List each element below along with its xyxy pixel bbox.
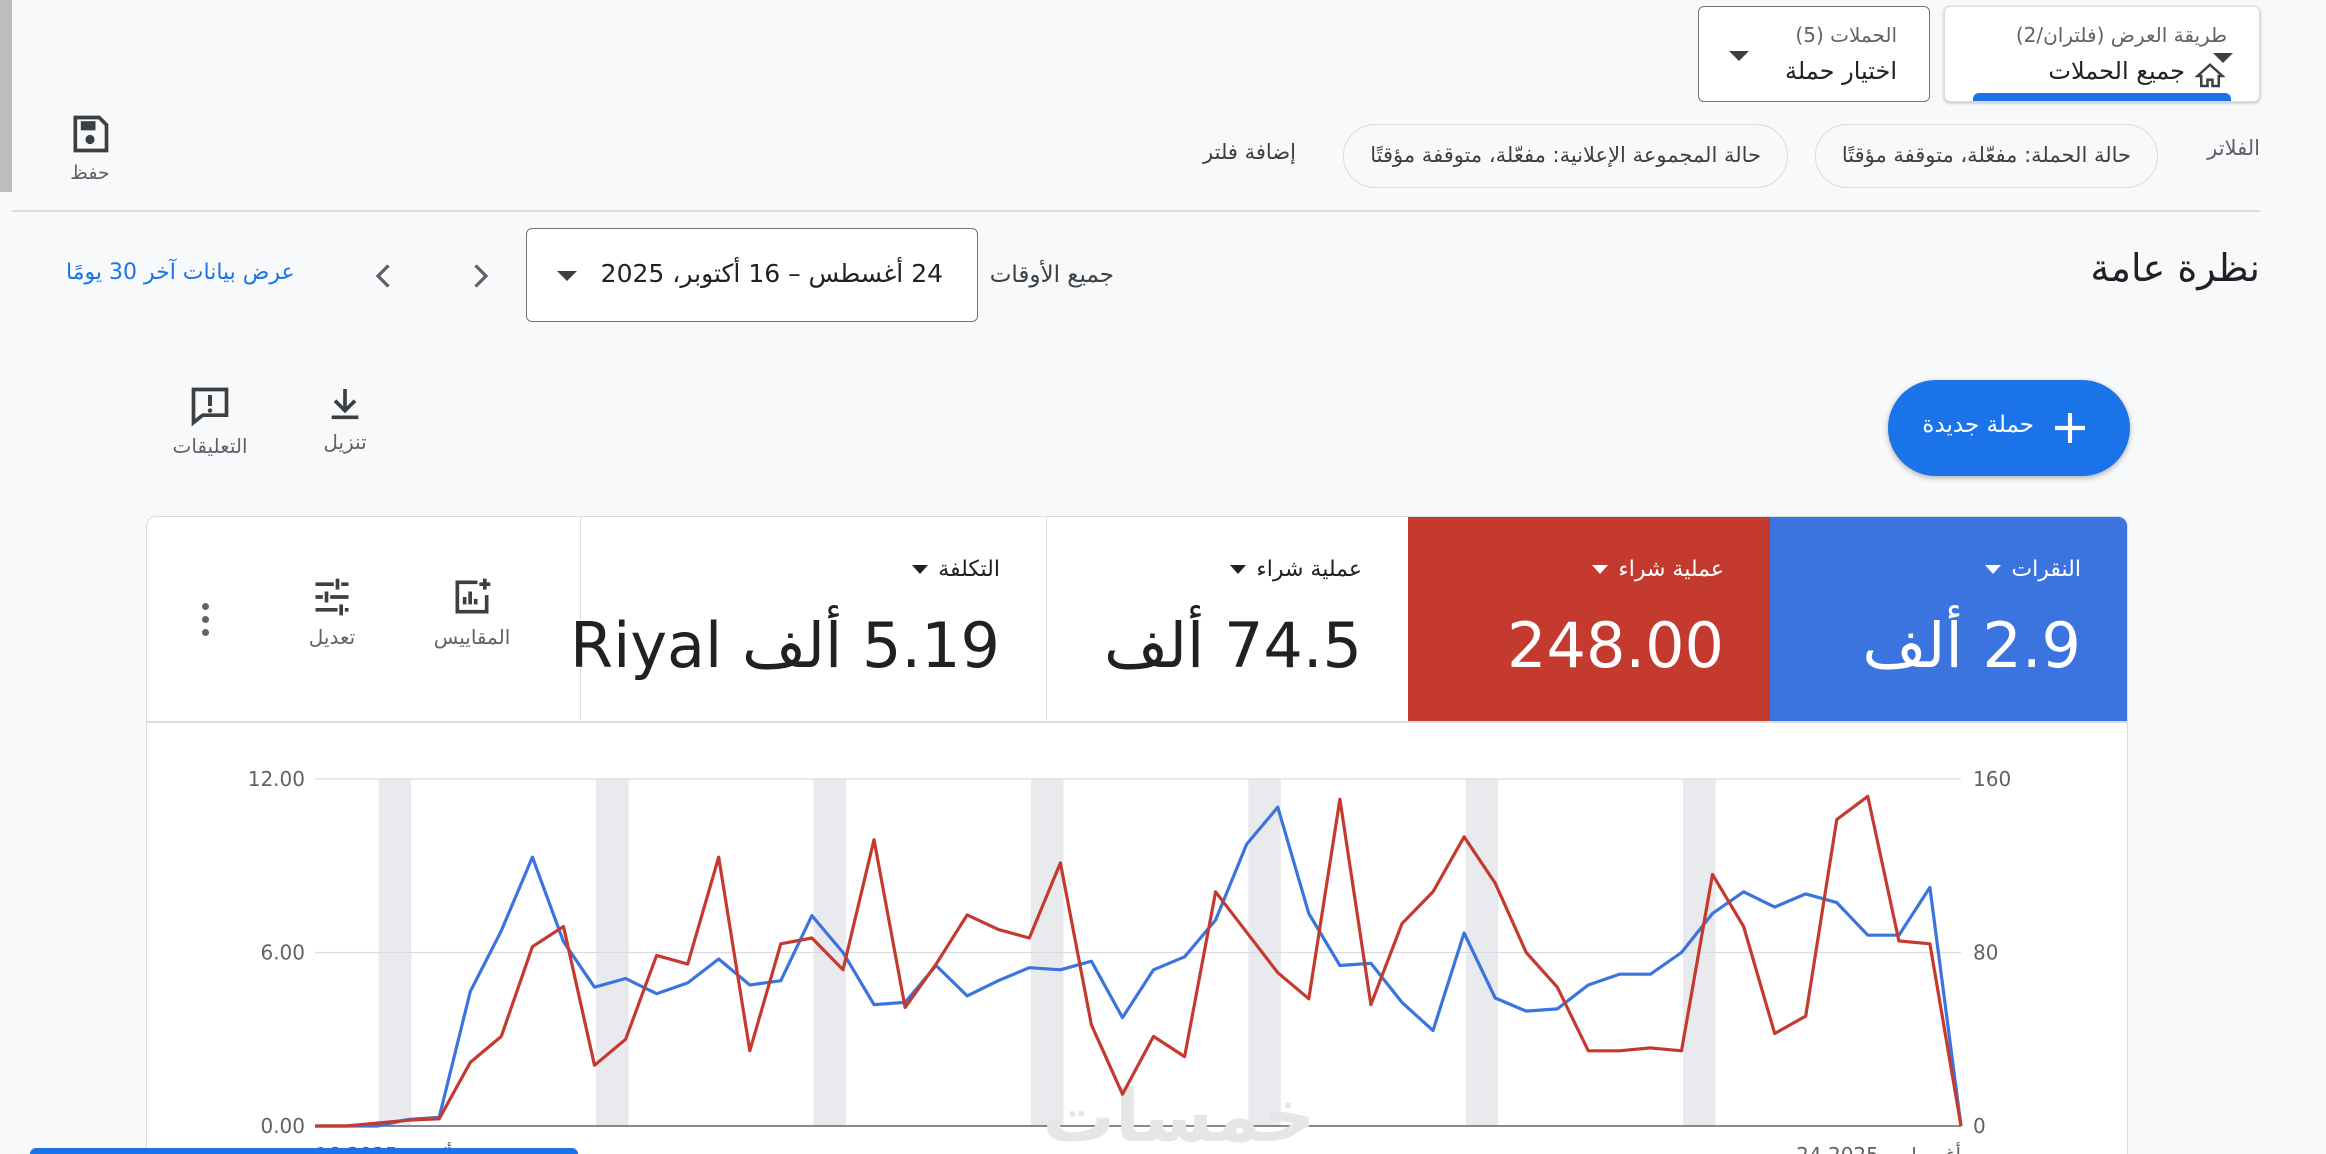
- date-range-value: 24 أغسطس – 16 أكتوبر، 2025: [600, 259, 943, 288]
- download-label: تنزيل: [323, 430, 367, 454]
- scorecard-value: 74.5 ألف: [1103, 609, 1362, 682]
- save-label: حفظ: [70, 162, 110, 184]
- date-range-picker[interactable]: 24 أغسطس – 16 أكتوبر، 2025: [526, 228, 978, 322]
- filter-chip-adgroup-status[interactable]: حالة المجموعة الإعلانية: مفعّلة، متوقفة …: [1343, 124, 1788, 188]
- scorecard-purchase-selected[interactable]: عملية شراء 248.00: [1408, 517, 1770, 721]
- y-left-tick-label: 0.00: [260, 1114, 305, 1138]
- scorecard-cost-label-wrap: التكلفة: [912, 557, 1000, 582]
- y-right-tick-label: 0: [1973, 1114, 1986, 1138]
- campaign-selector[interactable]: الحملات (5) اختيار حملة: [1698, 6, 1930, 102]
- page-title: نظرة عامة: [2090, 246, 2260, 290]
- x-tick-label-start: 24 أغسطس 2025: [1796, 1142, 1961, 1154]
- new-campaign-label: حملة جديدة: [1922, 412, 2034, 438]
- metrics-icon: [455, 578, 491, 614]
- all-times-label: جميع الأوقات: [989, 262, 1114, 288]
- chevron-down-icon: [557, 271, 577, 281]
- campaign-selector-value: اختيار حملة: [1784, 57, 1897, 85]
- last-30-days-link[interactable]: عرض بيانات آخر 30 يومًا: [66, 260, 295, 285]
- scorecard-clicks[interactable]: النقرات 2.9 ألف: [1770, 517, 2127, 721]
- home-icon: [2195, 63, 2225, 88]
- caret-down-icon: [912, 565, 929, 574]
- plus-icon: [2055, 413, 2085, 443]
- scorecard-label: النقرات: [2011, 557, 2081, 582]
- view-selector[interactable]: طريقة العرض (فلتران/2) جميع الحملات: [1944, 6, 2260, 102]
- performance-panel: النقرات 2.9 ألف عملية شراء 248.00 عملية …: [146, 516, 2128, 1154]
- view-selector-underline: [1973, 93, 2231, 101]
- y-right-tick-label: 80: [1973, 941, 1998, 965]
- scorecard-value: 5.19 ألف Riyal: [570, 609, 1000, 682]
- add-filter-button[interactable]: إضافة فلتر: [1203, 140, 1296, 164]
- adjust-button[interactable]: تعديل: [297, 575, 367, 649]
- download-icon: [331, 389, 359, 420]
- filters-title: الفلاتر: [2207, 136, 2260, 160]
- caret-down-icon: [1592, 565, 1609, 574]
- scorecard-value: 248.00: [1507, 609, 1724, 682]
- scorecard-purchase[interactable]: عملية شراء 74.5 ألف: [1046, 517, 1408, 721]
- save-button[interactable]: حفظ: [60, 112, 120, 184]
- download-button[interactable]: تنزيل: [310, 384, 380, 454]
- more-vert-icon[interactable]: [201, 603, 209, 642]
- scorecard-label: التكلفة: [938, 557, 1000, 582]
- caret-down-icon: [1985, 565, 2002, 574]
- feedback-button[interactable]: التعليقات: [160, 384, 260, 458]
- new-campaign-button[interactable]: حملة جديدة: [1888, 380, 2130, 476]
- scorecard-value: 2.9 ألف: [1862, 609, 2081, 682]
- y-left-tick-label: 12.00: [248, 767, 305, 791]
- scorecard-clicks-label-wrap: النقرات: [1985, 557, 2081, 582]
- divider: [12, 210, 2260, 212]
- left-scrollbar[interactable]: [0, 0, 12, 192]
- view-selector-value: جميع الحملات: [2048, 57, 2185, 85]
- watermark-text: خمسات: [1043, 1074, 1316, 1154]
- metrics-label: المقاييس: [433, 625, 511, 649]
- chevron-down-icon: [1729, 51, 1749, 61]
- scorecard-purchase2-label-wrap: عملية شراء: [1230, 557, 1362, 582]
- view-selector-label: طريقة العرض (فلتران/2): [2015, 23, 2227, 47]
- scorecard-label: عملية شراء: [1256, 557, 1362, 582]
- feedback-icon: [191, 387, 229, 427]
- bottom-tab-indicator: [30, 1148, 578, 1154]
- tune-icon: [315, 578, 349, 616]
- campaign-selector-label: الحملات (5): [1795, 23, 1897, 47]
- feedback-label: التعليقات: [172, 434, 248, 458]
- scorecard-cost[interactable]: التكلفة 5.19 ألف Riyal: [570, 517, 1046, 721]
- save-icon: [73, 115, 109, 153]
- scorecard-purchase-label-wrap: عملية شراء: [1592, 557, 1724, 582]
- chevron-down-icon: [2213, 53, 2233, 63]
- metrics-button[interactable]: المقاييس: [427, 575, 517, 649]
- adjust-label: تعديل: [308, 625, 356, 649]
- y-left-tick-label: 6.00: [260, 941, 305, 965]
- chevron-left-icon[interactable]: [366, 254, 402, 298]
- scorecard-label: عملية شراء: [1618, 557, 1724, 582]
- performance-chart: خمسات 0.006.0012.0008016016 أكتوبر 20252…: [248, 767, 2011, 1154]
- chevron-right-icon[interactable]: [462, 254, 498, 298]
- y-right-tick-label: 160: [1973, 767, 2011, 791]
- caret-down-icon: [1230, 565, 1247, 574]
- filter-chip-campaign-status[interactable]: حالة الحملة: مفعّلة، متوقفة مؤقتًا: [1814, 124, 2158, 188]
